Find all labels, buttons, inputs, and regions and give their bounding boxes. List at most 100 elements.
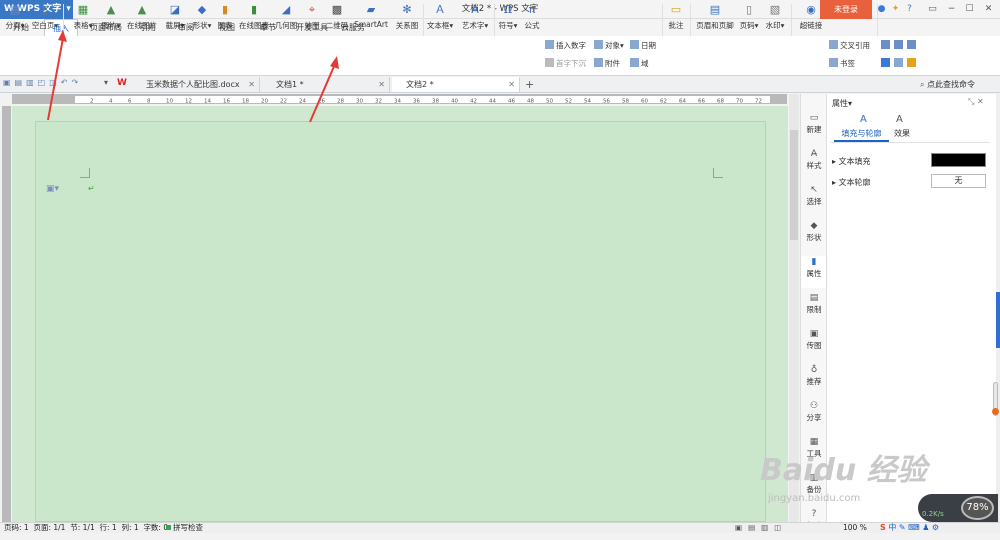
header-footer-button[interactable]: ▤ 页眉和页脚 (693, 2, 737, 38)
tool-icon[interactable] (881, 58, 890, 67)
text-outline-label[interactable]: ▸ 文本轮廓 (832, 177, 892, 187)
scrollbar-thumb[interactable] (790, 130, 798, 240)
gift-icon[interactable]: ✦ (889, 3, 902, 16)
hyperlink-button[interactable]: ◉ 超链接 (796, 2, 826, 38)
bookmark-icon (829, 58, 838, 67)
tool-icon[interactable] (894, 58, 903, 67)
table-button[interactable]: ▦ 表格▾ (68, 2, 98, 38)
login-button[interactable]: 未登录 (820, 0, 872, 19)
ruler-label: 62 (660, 99, 667, 105)
quick-access-toolbar[interactable]: ▣▤▥◰◫↶↷ (3, 78, 98, 90)
side-restrict[interactable]: ▤ 限制 (801, 292, 827, 324)
collapse-handle[interactable] (996, 292, 1000, 348)
new-tab-icon[interactable]: + (525, 77, 537, 92)
field-button[interactable]: 域 (630, 58, 649, 70)
text-fill-label[interactable]: ▸ 文本填充 (832, 156, 892, 166)
ruler-label: 50 (546, 99, 553, 105)
ime-tray[interactable]: S 中 ✎ ⌨ ♟ ⚙ (880, 522, 1000, 533)
insert-number-button[interactable]: 插入数字 (545, 40, 586, 52)
online-picture-button[interactable]: ▲ 在线图片 (124, 2, 160, 38)
minimize-icon[interactable]: ▭ (926, 3, 939, 16)
text-fill-swatch[interactable] (931, 153, 986, 167)
ruler-label: 66 (698, 99, 705, 105)
close-tab-icon[interactable]: ✕ (248, 77, 255, 92)
panel-title[interactable]: 属性▾ (832, 98, 892, 110)
blank-page-button[interactable]: ▯ 空白页▾ (30, 2, 60, 38)
relation-button[interactable]: ✻ 关系图 (392, 2, 422, 38)
side-recommend[interactable]: ♁ 推荐 (801, 364, 827, 396)
text-outline-select[interactable]: 无 (931, 174, 986, 188)
formula-button[interactable]: π 公式 (521, 2, 543, 38)
ruler-label: 32 (375, 99, 382, 105)
attachment-button[interactable]: 附件 (594, 58, 620, 70)
spell-check-toggle[interactable]: 拼写检查 (166, 523, 226, 533)
small-tools-row1 (881, 40, 921, 52)
watermark-button[interactable]: ▧ 水印▾ (762, 2, 788, 38)
doc-tab[interactable]: 玉米数据个人配比图.docx ✕ (132, 77, 260, 92)
document-page[interactable] (35, 121, 766, 522)
style-icon: A̶ (810, 149, 818, 159)
textbox-icon: Ａ (434, 3, 446, 16)
drop-cap-icon (545, 58, 554, 67)
zoom-level[interactable]: 100 % (843, 523, 873, 533)
object-button[interactable]: 对象▾ (594, 40, 624, 52)
close-tab-icon[interactable]: ✕ (378, 77, 385, 92)
doc-tab[interactable]: 文档1 * ✕ (262, 77, 390, 92)
tool-icon[interactable] (894, 40, 903, 49)
wordart-button[interactable]: A 艺术字▾ (458, 2, 492, 38)
side-shape[interactable]: ◆ 形状 (801, 220, 827, 252)
side-upload-image[interactable]: ▣ 传图 (801, 328, 827, 360)
dropdown-arrow-icon[interactable]: ▾ (104, 78, 114, 90)
tool-icon[interactable] (881, 40, 890, 49)
bookmark-button[interactable]: 书签 (829, 58, 855, 70)
help-icon[interactable]: ? (903, 3, 916, 16)
ribbon-separator (690, 4, 691, 36)
shape-icon: ◆ (197, 3, 207, 16)
date-button[interactable]: 日期 (630, 40, 656, 52)
doc-tab-active[interactable]: 文档2 * ✕ (392, 77, 520, 92)
maximize-icon[interactable]: ☐ (963, 3, 976, 16)
tool-icon[interactable] (907, 40, 916, 49)
cross-ref-button[interactable]: 交叉引用 (829, 40, 870, 52)
panel-controls[interactable]: ⤡ ✕ (968, 97, 992, 109)
side-properties[interactable]: ▮ 属性 (801, 256, 827, 288)
ruler-label: 42 (470, 99, 477, 105)
tab-fill-outline[interactable]: 填充与轮廓 (834, 128, 889, 142)
lock-icon[interactable] (907, 58, 916, 67)
page-number-button[interactable]: ▯ 页码▾ (737, 2, 761, 38)
minimize-window-icon[interactable]: − (945, 3, 958, 16)
side-styles[interactable]: A̶ 样式 (801, 148, 827, 180)
close-icon[interactable]: ✕ (982, 3, 995, 16)
ribbon-separator (791, 4, 792, 36)
side-select[interactable]: ↖ 选择 (801, 184, 827, 216)
ruler-label: 24 (299, 99, 306, 105)
smartart-button[interactable]: ▰ SmartArt (351, 2, 391, 38)
screenshot-button[interactable]: ◪ 截屏▾ (162, 2, 188, 38)
close-tab-icon[interactable]: ✕ (508, 77, 515, 92)
ruler-label: 20 (261, 99, 268, 105)
map-button[interactable]: ⌖ 地图 (301, 2, 323, 38)
symbol-button[interactable]: Ω 符号▾ (496, 2, 520, 38)
geometry-button[interactable]: ◢ 几何图 (273, 2, 299, 38)
paste-options-icon[interactable]: ▣▾ (46, 184, 66, 194)
comment-button[interactable]: ▭ 批注 (664, 2, 688, 38)
ruler-label: 6 (128, 99, 132, 105)
ruler-label: 14 (204, 99, 211, 105)
picture-button[interactable]: ▲ 图片▾ (98, 2, 124, 38)
chart-button[interactable]: ▮ 图表 (215, 2, 235, 38)
drop-cap-button[interactable]: 首字下沉 (545, 58, 586, 70)
ruler-label: 54 (584, 99, 591, 105)
textbox-button[interactable]: Ａ 文本框▾ (425, 2, 455, 38)
side-share[interactable]: ⚇ 分享 (801, 400, 827, 432)
page-break-button[interactable]: ▤ 分页▾ (2, 2, 28, 38)
shape-button[interactable]: ◆ 形状▾ (189, 2, 215, 38)
tab-effect[interactable]: 效果 (887, 128, 917, 142)
search-command-box[interactable]: ⌕ 点此查找命令 (920, 78, 1000, 91)
side-new[interactable]: ▭ 新建 (801, 112, 827, 144)
speed-percent: 78% (961, 496, 994, 520)
small-tools-row2 (881, 58, 921, 70)
qrcode-button[interactable]: ▩ 二维码 (324, 2, 350, 38)
properties-icon: ▮ (811, 257, 817, 267)
geometry-icon: ◢ (281, 3, 291, 16)
online-chart-button[interactable]: ▮ 在线图表 (236, 2, 272, 38)
